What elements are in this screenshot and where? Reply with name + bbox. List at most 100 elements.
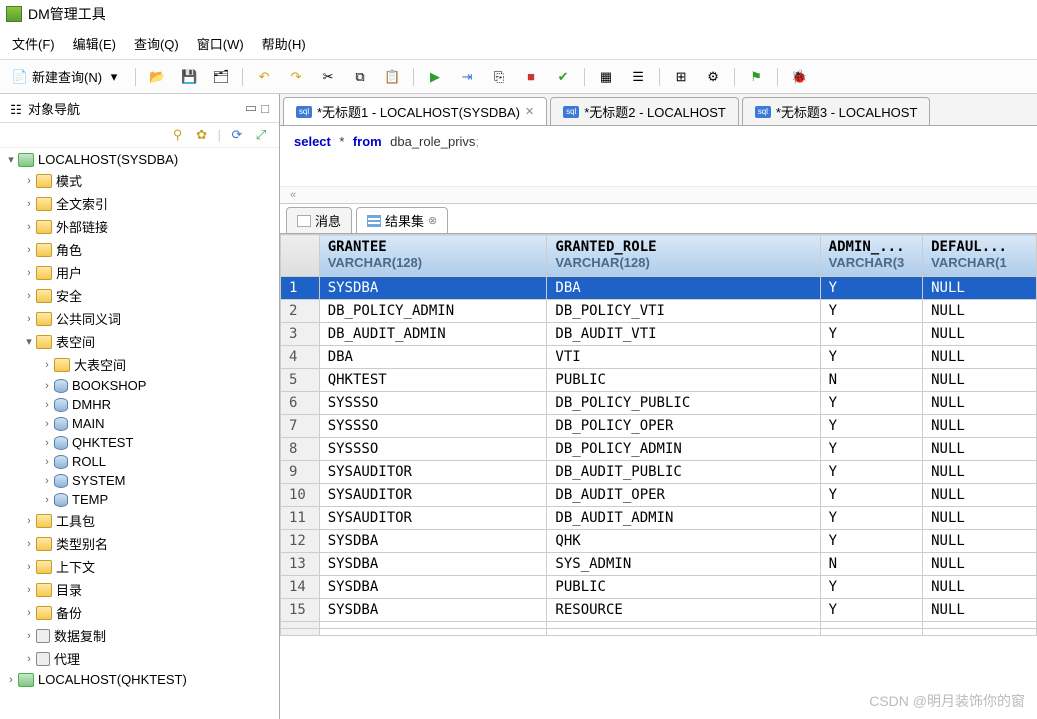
cell[interactable]: DB_AUDIT_OPER	[547, 484, 820, 507]
column-header[interactable]: ADMIN_...VARCHAR(3	[820, 235, 922, 277]
cell[interactable]: NULL	[923, 346, 1037, 369]
cell[interactable]: SYSSSO	[319, 415, 547, 438]
misc-button-3[interactable]: ⊞	[667, 65, 695, 89]
misc-button-5[interactable]: ⚑	[742, 65, 770, 89]
cell[interactable]: DB_POLICY_VTI	[547, 300, 820, 323]
cell[interactable]: DB_POLICY_ADMIN	[547, 438, 820, 461]
cell[interactable]: DB_AUDIT_VTI	[547, 323, 820, 346]
object-tree[interactable]: ▾LOCALHOST(SYSDBA)›模式›全文索引›外部链接›角色›用户›安全…	[0, 148, 279, 719]
misc-button-4[interactable]: ⚙	[699, 65, 727, 89]
misc-button-2[interactable]: ☰	[624, 65, 652, 89]
cell[interactable]: DB_POLICY_PUBLIC	[547, 392, 820, 415]
cell[interactable]: VTI	[547, 346, 820, 369]
cell[interactable]: DBA	[547, 277, 820, 300]
editor-tab-3[interactable]: sql*无标题3 - LOCALHOST	[742, 97, 931, 125]
tree-item[interactable]: ›类型别名	[0, 532, 279, 555]
table-row[interactable]: 7SYSSSODB_POLICY_OPERYNULL	[281, 415, 1037, 438]
menu-help[interactable]: 帮助(H)	[254, 30, 314, 57]
editor-tab-2[interactable]: sql*无标题2 - LOCALHOST	[550, 97, 739, 125]
cell[interactable]: NULL	[923, 507, 1037, 530]
tree-item[interactable]: ›ROLL	[0, 452, 279, 471]
run-button[interactable]: ▶	[421, 65, 449, 89]
table-row[interactable]: 3DB_AUDIT_ADMINDB_AUDIT_VTIYNULL	[281, 323, 1037, 346]
run-step-button[interactable]: ⇥	[453, 65, 481, 89]
cell[interactable]: NULL	[923, 415, 1037, 438]
refresh-icon[interactable]: ⟳	[229, 127, 245, 143]
cell[interactable]: DB_POLICY_OPER	[547, 415, 820, 438]
cell[interactable]: SYSAUDITOR	[319, 461, 547, 484]
cell[interactable]: Y	[820, 300, 922, 323]
filter-icon[interactable]: ✿	[194, 127, 210, 143]
tree-item[interactable]: ›用户	[0, 261, 279, 284]
tree-item[interactable]: ›备份	[0, 601, 279, 624]
cell[interactable]: NULL	[923, 553, 1037, 576]
cell[interactable]: SYSSSO	[319, 438, 547, 461]
cell[interactable]: SYSDBA	[319, 277, 547, 300]
cell[interactable]: NULL	[923, 369, 1037, 392]
cell[interactable]: Y	[820, 530, 922, 553]
cell[interactable]: NULL	[923, 438, 1037, 461]
cell[interactable]: PUBLIC	[547, 369, 820, 392]
column-header[interactable]: GRANTEEVARCHAR(128)	[319, 235, 547, 277]
cell[interactable]: N	[820, 553, 922, 576]
redo-button[interactable]: ↷	[282, 65, 310, 89]
table-row[interactable]: 8SYSSSODB_POLICY_ADMINYNULL	[281, 438, 1037, 461]
cell[interactable]: DB_AUDIT_ADMIN	[547, 507, 820, 530]
table-row[interactable]: 11SYSAUDITORDB_AUDIT_ADMINYNULL	[281, 507, 1037, 530]
cell[interactable]: DB_AUDIT_PUBLIC	[547, 461, 820, 484]
cell[interactable]: Y	[820, 438, 922, 461]
minimize-pane-button[interactable]: ▭	[243, 98, 259, 118]
column-header[interactable]: DEFAUL...VARCHAR(1	[923, 235, 1037, 277]
table-row[interactable]: 5QHKTESTPUBLICNNULL	[281, 369, 1037, 392]
stop-button[interactable]: ■	[517, 65, 545, 89]
close-pane-button[interactable]: □	[259, 99, 271, 118]
menu-query[interactable]: 查询(Q)	[126, 30, 187, 57]
misc-button-1[interactable]: ▦	[592, 65, 620, 89]
tree-item[interactable]: ›工具包	[0, 509, 279, 532]
cell[interactable]: DBA	[319, 346, 547, 369]
cell[interactable]: SYSDBA	[319, 553, 547, 576]
editor-collapse-bar[interactable]: «	[280, 186, 1037, 204]
result-grid-tab[interactable]: 结果集⊗	[356, 207, 448, 233]
table-row[interactable]: 15SYSDBARESOURCEYNULL	[281, 599, 1037, 622]
cell[interactable]: Y	[820, 415, 922, 438]
cell[interactable]: NULL	[923, 484, 1037, 507]
table-row[interactable]: 9SYSAUDITORDB_AUDIT_PUBLICYNULL	[281, 461, 1037, 484]
commit-button[interactable]: ✔	[549, 65, 577, 89]
message-tab[interactable]: 消息	[286, 207, 352, 233]
cell[interactable]: Y	[820, 507, 922, 530]
cell[interactable]: Y	[820, 392, 922, 415]
save-all-button[interactable]: 🗂	[207, 65, 235, 89]
cell[interactable]: NULL	[923, 599, 1037, 622]
menu-edit[interactable]: 编辑(E)	[65, 30, 124, 57]
column-header[interactable]: GRANTED_ROLEVARCHAR(128)	[547, 235, 820, 277]
tree-item[interactable]: ›QHKTEST	[0, 433, 279, 452]
cell[interactable]: Y	[820, 323, 922, 346]
editor-tab-1[interactable]: sql*无标题1 - LOCALHOST(SYSDBA)✕	[283, 97, 547, 125]
tree-item[interactable]: ›代理	[0, 647, 279, 670]
tree-item[interactable]: ›公共同义词	[0, 307, 279, 330]
cell[interactable]: QHK	[547, 530, 820, 553]
cell[interactable]: SYSDBA	[319, 599, 547, 622]
table-row[interactable]: 12SYSDBAQHKYNULL	[281, 530, 1037, 553]
cell[interactable]: NULL	[923, 392, 1037, 415]
tree-item[interactable]: ›模式	[0, 169, 279, 192]
cell[interactable]: NULL	[923, 323, 1037, 346]
cell[interactable]: NULL	[923, 461, 1037, 484]
cell[interactable]: Y	[820, 346, 922, 369]
sql-editor[interactable]: select * from dba_role_privs;	[280, 126, 1037, 186]
result-grid[interactable]: GRANTEEVARCHAR(128)GRANTED_ROLEVARCHAR(1…	[280, 234, 1037, 636]
cell[interactable]: DB_AUDIT_ADMIN	[319, 323, 547, 346]
cell[interactable]: PUBLIC	[547, 576, 820, 599]
tree-item[interactable]: ›上下文	[0, 555, 279, 578]
tree-item[interactable]: ›MAIN	[0, 414, 279, 433]
debug-button[interactable]: 🐞	[785, 65, 813, 89]
cell[interactable]: Y	[820, 599, 922, 622]
cell[interactable]: NULL	[923, 277, 1037, 300]
new-query-button[interactable]: 📄 新建查询(N) ▾	[6, 63, 128, 90]
tree-item[interactable]: ›BOOKSHOP	[0, 376, 279, 395]
tree-item[interactable]: ›目录	[0, 578, 279, 601]
tree-item[interactable]: ›SYSTEM	[0, 471, 279, 490]
save-button[interactable]: 💾	[175, 65, 203, 89]
cell[interactable]: QHKTEST	[319, 369, 547, 392]
